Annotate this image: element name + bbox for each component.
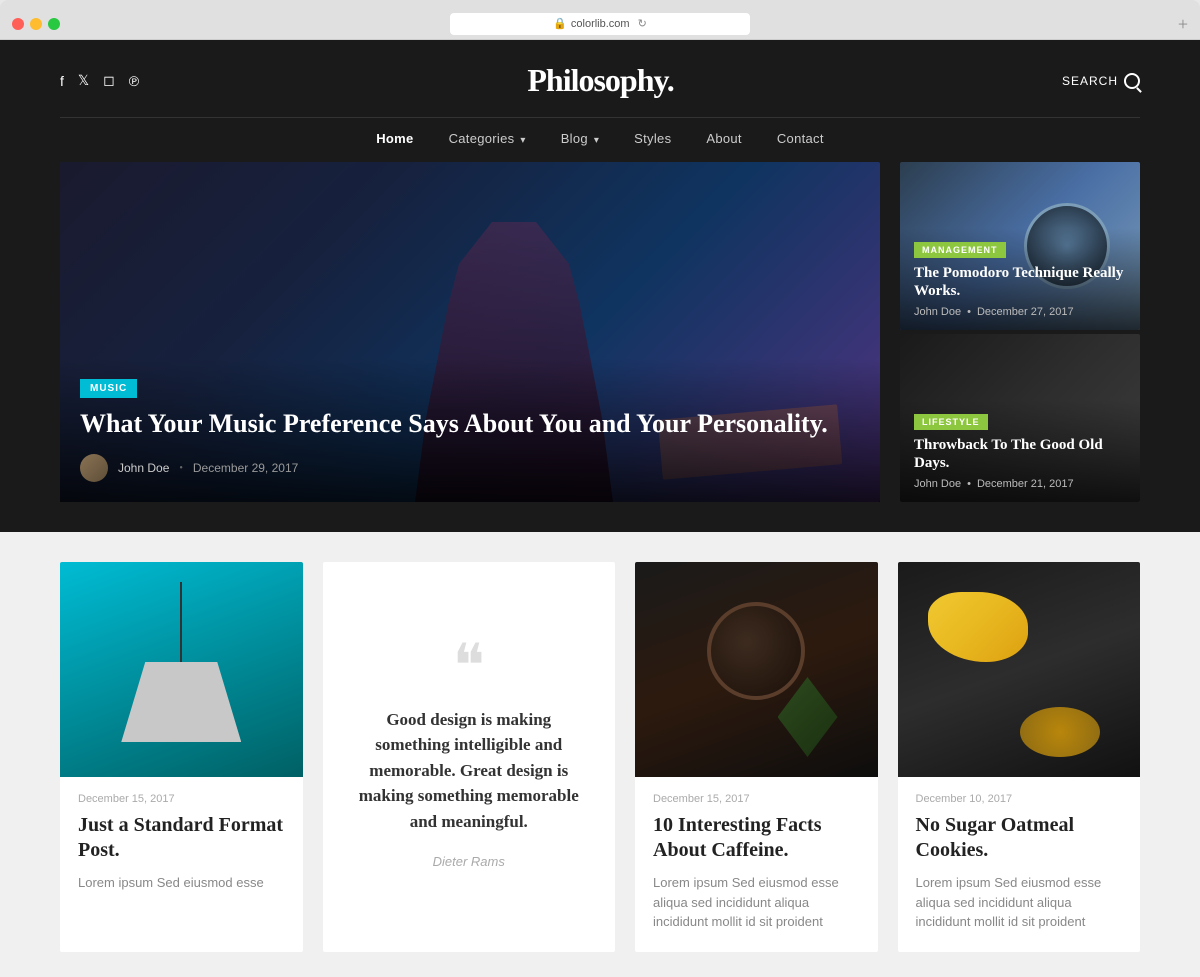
side-card-lifestyle-dot: • <box>967 478 971 490</box>
maximize-button[interactable] <box>48 18 60 30</box>
url-text: colorlib.com <box>571 18 630 30</box>
post-cookies-title[interactable]: No Sugar Oatmeal Cookies. <box>916 813 1123 863</box>
hero-category-badge[interactable]: MUSIC <box>80 379 137 398</box>
post-cookies-date: December 10, 2017 <box>916 793 1123 805</box>
hero-author: John Doe <box>118 461 169 475</box>
quote-mark: ❝ <box>453 645 485 687</box>
social-icons: f 𝕏 ◻ ℗ <box>60 72 139 89</box>
pinterest-icon[interactable]: ℗ <box>129 73 139 89</box>
search-button[interactable]: SEARCH <box>1062 73 1140 89</box>
side-card-lifestyle-meta: John Doe • December 21, 2017 <box>914 478 1126 490</box>
site-header: f 𝕏 ◻ ℗ Philosophy. SEARCH Home <box>0 40 1200 162</box>
nav-item-styles[interactable]: Styles <box>634 130 671 148</box>
add-tab-button[interactable]: + <box>1178 15 1188 33</box>
post-card-quote: ❝ Good design is making something intell… <box>323 562 616 952</box>
nav-item-home[interactable]: Home <box>376 130 413 148</box>
post-card-coffee-body: December 15, 2017 10 Interesting Facts A… <box>635 777 878 952</box>
nav-link-home[interactable]: Home <box>376 131 413 146</box>
post-coffee-date: December 15, 2017 <box>653 793 860 805</box>
side-card-lifestyle-date: December 21, 2017 <box>977 478 1074 490</box>
nav-items: Home Categories ▾ Blog ▾ Styles <box>376 130 824 148</box>
side-card-lifestyle-badge[interactable]: LIFESTYLE <box>914 414 988 430</box>
instagram-icon[interactable]: ◻ <box>103 72 115 89</box>
post-cookies-excerpt: Lorem ipsum Sed eiusmod esse aliqua sed … <box>916 873 1123 932</box>
post-card-coffee[interactable]: December 15, 2017 10 Interesting Facts A… <box>635 562 878 952</box>
side-card-management[interactable]: MANAGEMENT The Pomodoro Technique Really… <box>900 162 1140 330</box>
address-bar[interactable]: 🔒 colorlib.com ↻ <box>450 13 750 35</box>
post-card-cookies-body: December 10, 2017 No Sugar Oatmeal Cooki… <box>898 777 1141 952</box>
hero-dot: • <box>179 463 183 474</box>
quote-author: Dieter Rams <box>433 854 505 869</box>
side-card-management-meta: John Doe • December 27, 2017 <box>914 306 1126 318</box>
search-icon <box>1124 73 1140 89</box>
website-content: f 𝕏 ◻ ℗ Philosophy. SEARCH Home <box>0 40 1200 977</box>
post-card-lamp-image <box>60 562 303 777</box>
side-card-management-author: John Doe <box>914 306 961 318</box>
nav-link-about[interactable]: About <box>706 131 741 146</box>
side-card-management-overlay: MANAGEMENT The Pomodoro Technique Really… <box>900 228 1140 330</box>
lock-icon: 🔒 <box>553 17 567 30</box>
post-card-lamp-body: December 15, 2017 Just a Standard Format… <box>60 777 303 913</box>
hero-main-card[interactable]: MUSIC What Your Music Preference Says Ab… <box>60 162 880 502</box>
side-card-management-date: December 27, 2017 <box>977 306 1074 318</box>
close-button[interactable] <box>12 18 24 30</box>
minimize-button[interactable] <box>30 18 42 30</box>
side-card-management-dot: • <box>967 306 971 318</box>
browser-chrome: 🔒 colorlib.com ↻ + <box>0 0 1200 40</box>
nav-link-styles[interactable]: Styles <box>634 131 671 146</box>
nav-link-blog[interactable]: Blog ▾ <box>561 131 599 146</box>
side-card-lifestyle-overlay: LIFESTYLE Throwback To The Good Old Days… <box>900 400 1140 502</box>
post-card-cookies[interactable]: December 10, 2017 No Sugar Oatmeal Cooki… <box>898 562 1141 952</box>
post-coffee-title[interactable]: 10 Interesting Facts About Caffeine. <box>653 813 860 863</box>
hero-date: December 29, 2017 <box>193 461 298 475</box>
hero-side-cards: MANAGEMENT The Pomodoro Technique Really… <box>900 162 1140 502</box>
post-lamp-date: December 15, 2017 <box>78 793 285 805</box>
post-coffee-excerpt: Lorem ipsum Sed eiusmod esse aliqua sed … <box>653 873 860 932</box>
site-logo[interactable]: Philosophy. <box>527 62 673 99</box>
side-card-lifestyle[interactable]: LIFESTYLE Throwback To The Good Old Days… <box>900 334 1140 502</box>
side-card-lifestyle-author: John Doe <box>914 478 961 490</box>
side-card-lifestyle-title: Throwback To The Good Old Days. <box>914 436 1126 472</box>
nav-item-blog[interactable]: Blog ▾ <box>561 130 599 148</box>
header-top: f 𝕏 ◻ ℗ Philosophy. SEARCH <box>60 40 1140 118</box>
hero-meta: John Doe • December 29, 2017 <box>80 454 860 482</box>
nav-item-about[interactable]: About <box>706 130 741 148</box>
refresh-icon[interactable]: ↻ <box>638 17 647 30</box>
post-lamp-title[interactable]: Just a Standard Format Post. <box>78 813 285 863</box>
quote-text: Good design is making something intellig… <box>348 707 591 835</box>
post-card-lamp[interactable]: December 15, 2017 Just a Standard Format… <box>60 562 303 952</box>
nav-item-contact[interactable]: Contact <box>777 130 824 148</box>
facebook-icon[interactable]: f <box>60 73 64 89</box>
categories-dropdown-arrow: ▾ <box>520 135 525 146</box>
site-nav: Home Categories ▾ Blog ▾ Styles <box>60 118 1140 162</box>
hero-title[interactable]: What Your Music Preference Says About Yo… <box>80 408 860 439</box>
search-label: SEARCH <box>1062 74 1118 88</box>
post-card-coffee-image <box>635 562 878 777</box>
post-card-cookies-image <box>898 562 1141 777</box>
hero-overlay: MUSIC What Your Music Preference Says Ab… <box>60 358 880 502</box>
nav-link-contact[interactable]: Contact <box>777 131 824 146</box>
browser-buttons <box>12 18 60 30</box>
post-lamp-excerpt: Lorem ipsum Sed eiusmod esse <box>78 873 285 893</box>
hero-section: MUSIC What Your Music Preference Says Ab… <box>0 162 1200 532</box>
nav-item-categories[interactable]: Categories ▾ <box>449 130 526 148</box>
side-card-management-badge[interactable]: MANAGEMENT <box>914 242 1006 258</box>
blog-dropdown-arrow: ▾ <box>594 135 599 146</box>
nav-link-categories[interactable]: Categories ▾ <box>449 131 526 146</box>
side-card-management-title: The Pomodoro Technique Really Works. <box>914 264 1126 300</box>
twitter-icon[interactable]: 𝕏 <box>78 72 89 89</box>
content-section: December 15, 2017 Just a Standard Format… <box>0 532 1200 977</box>
author-avatar <box>80 454 108 482</box>
